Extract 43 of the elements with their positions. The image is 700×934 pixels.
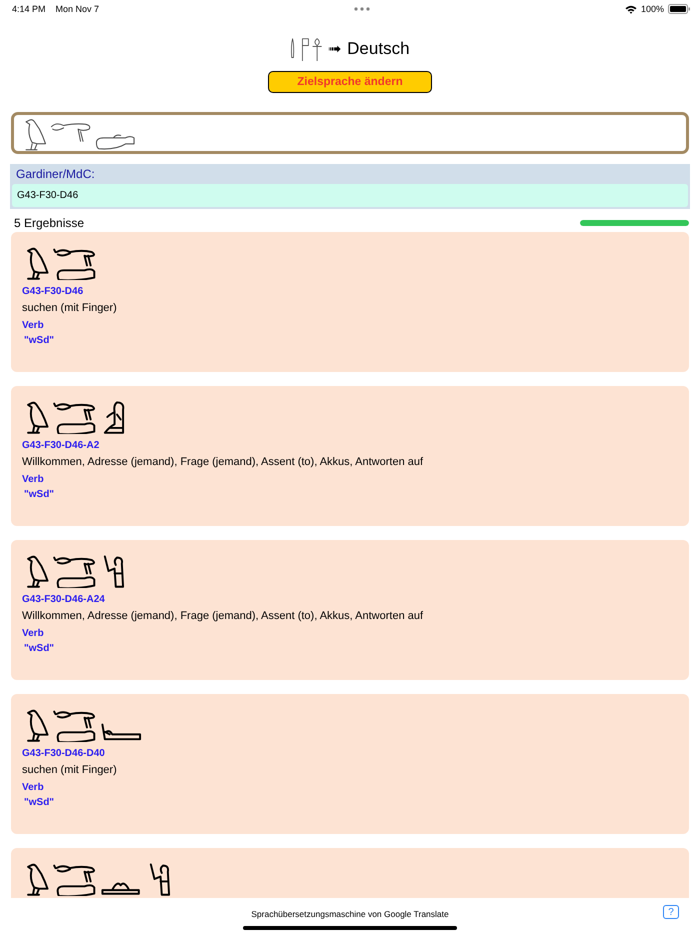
arm-icon	[100, 721, 142, 742]
transliteration: "wSd"	[24, 797, 54, 808]
meaning-text: suchen (mit Finger)	[22, 764, 117, 776]
ankh-icon	[312, 37, 322, 61]
result-card[interactable]: G43-F30-D46-D40 suchen (mit Finger) Verb "wSd"	[11, 694, 689, 834]
gardiner-label: Gardiner/MdC:	[15, 166, 96, 183]
battery-percent: 100%	[640, 4, 664, 14]
result-card[interactable]: G43-F30-D46 suchen (mit Finger) Verb "wSd"	[11, 232, 689, 372]
meaning-text: suchen (mit Finger)	[22, 302, 117, 314]
hand-icon	[94, 132, 136, 151]
arrow-symbol: ➟	[328, 40, 342, 59]
gardiner-field[interactable]: G43-F30-D46	[12, 184, 688, 207]
wifi-icon	[624, 4, 637, 14]
result-card[interactable]: G43-F30-D46-A24 Willkommen, Adresse (jemand), Frage (jemand), Assent (to), Akkus, Antworten auf Verb "wSd"	[11, 540, 689, 680]
word-class: Verb	[22, 782, 44, 793]
transliteration: "wSd"	[24, 335, 54, 346]
sign-code: G43-F30-D46-A24	[22, 594, 105, 605]
battery-icon	[668, 4, 690, 14]
sign-code: G43-F30-D46-A2	[22, 440, 100, 451]
word-class: Verb	[22, 628, 44, 639]
credit-text: Sprachübersetzungsmaschine von Google Translate	[251, 909, 449, 919]
transliteration: "wSd"	[24, 489, 54, 500]
skin-and-hand-icon	[52, 862, 96, 896]
skin-and-hand-icon	[52, 708, 96, 742]
meaning-text: Willkommen, Adresse (jemand), Frage (jemand), Assent (to), Akkus, Antworten auf	[22, 456, 424, 468]
sign-code: G43-F30-D46-D40	[22, 748, 105, 759]
word-class: Verb	[22, 474, 44, 485]
help-button[interactable]: ?	[663, 905, 679, 919]
skin-and-hand-icon	[52, 246, 96, 280]
result-card[interactable]: G43-F30-D46-A2 Willkommen, Adresse (jemand), Frage (jemand), Assent (to), Akkus, Antworten auf Verb "wSd"	[11, 386, 689, 526]
hieroglyph-input-field[interactable]	[11, 112, 689, 154]
result-count: 5 Ergebnisse	[14, 216, 84, 230]
skin-and-hand-icon	[52, 400, 96, 434]
skin-and-hand-icon	[52, 554, 96, 588]
status-time: 4:14 PM	[12, 4, 46, 14]
meaning-text: Willkommen, Adresse (jemand), Frage (jemand), Assent (to), Akkus, Antworten auf	[22, 610, 424, 622]
transliteration: "wSd"	[24, 643, 54, 654]
word-class: Verb	[22, 320, 44, 331]
multitasking-dots-icon[interactable]	[354, 7, 370, 11]
sign-code: G43-F30-D46	[22, 286, 84, 297]
target-language: Deutsch	[347, 39, 410, 59]
status-date: Mon Nov 7	[56, 4, 100, 14]
reed-icon	[290, 37, 296, 61]
